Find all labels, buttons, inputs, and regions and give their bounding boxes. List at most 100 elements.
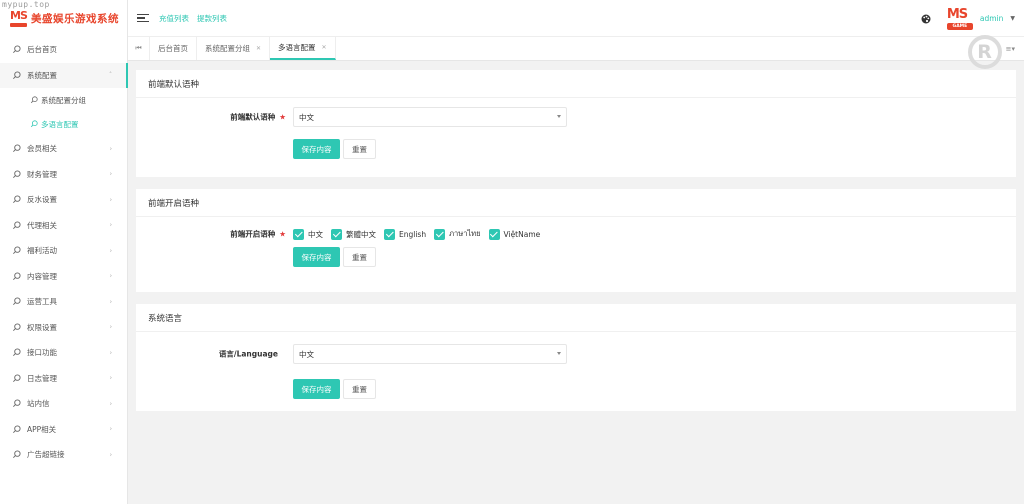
sidebar-item-label: 日志管理	[27, 373, 57, 383]
top-header: 充值列表 提款列表 MS GAME admin ▼	[128, 0, 1024, 37]
menu-item-icon	[13, 399, 21, 408]
menu-item-icon	[13, 144, 21, 153]
checkbox-label: 繁體中文	[346, 229, 376, 239]
select-value: 中文	[299, 349, 314, 359]
sidebar-item-messages[interactable]: 站内信 ›	[0, 391, 127, 417]
sidebar-item-label: 会员相关	[27, 144, 57, 154]
card-title: 前端开启语种	[136, 189, 1016, 217]
default-language-select[interactable]: 中文	[293, 107, 567, 127]
menu-item-icon	[13, 348, 21, 357]
tab-home[interactable]: 后台首页	[150, 37, 197, 60]
sidebar-subitem-multi-language[interactable]: 多语言配置	[0, 112, 127, 136]
sidebar-item-api[interactable]: 接口功能 ›	[0, 340, 127, 366]
tab-label: 多语言配置	[278, 43, 316, 52]
chevron-right-icon: ›	[109, 349, 112, 357]
required-mark: ★	[279, 229, 286, 239]
caret-down-icon[interactable]: ▼	[1010, 15, 1015, 22]
required-mark: ★	[279, 112, 286, 122]
checkbox-checked-icon	[434, 228, 446, 240]
close-icon[interactable]: ✕	[322, 44, 327, 51]
save-button[interactable]: 保存内容	[293, 379, 340, 399]
menu-item-icon	[13, 272, 21, 280]
checkbox-checked-icon	[331, 228, 342, 240]
sidebar-item-finance[interactable]: 财务管理 ›	[0, 162, 127, 188]
select-value: 中文	[299, 112, 314, 122]
sidebar-item-label: 接口功能	[27, 348, 57, 358]
reset-button[interactable]: 重置	[343, 379, 376, 399]
save-button[interactable]: 保存内容	[293, 139, 340, 159]
chevron-right-icon: ›	[109, 425, 112, 433]
checkbox-en[interactable]: English	[384, 228, 426, 240]
sidebar-item-label: 代理相关	[27, 220, 57, 230]
sidebar-menu: 后台首页 系统配置 ˄ 系统配置分组 多语言配置 会员相关 › 财务管理 › 反…	[0, 37, 128, 468]
brand-logo-text: MS	[10, 9, 28, 22]
sidebar-item-content[interactable]: 内容管理 ›	[0, 264, 127, 290]
sidebar-item-label: 广告超链接	[27, 450, 65, 460]
withdraw-list-link[interactable]: 提款列表	[197, 13, 227, 24]
menu-item-icon	[13, 45, 21, 54]
menu-item-icon	[13, 170, 21, 178]
menu-item-icon	[13, 374, 21, 382]
avatar-logo-text: MS	[946, 6, 968, 22]
card-title: 前端默认语种	[136, 70, 1016, 98]
chevron-right-icon: ›	[109, 323, 112, 331]
user-name[interactable]: admin	[980, 14, 1004, 23]
reset-button[interactable]: 重置	[343, 139, 376, 159]
theme-palette-icon[interactable]	[921, 14, 931, 24]
menu-item-icon	[13, 425, 21, 433]
sidebar-item-logs[interactable]: 日志管理 ›	[0, 366, 127, 392]
sidebar-item-ops-tools[interactable]: 运营工具 ›	[0, 289, 127, 315]
avatar[interactable]: MS GAME	[946, 6, 973, 30]
chevron-right-icon: ›	[109, 298, 112, 306]
sidebar-item-system-config[interactable]: 系统配置 ˄	[0, 62, 128, 88]
sidebar-item-app[interactable]: APP相关 ›	[0, 417, 127, 443]
checkbox-zh-cn[interactable]: 中文	[293, 228, 323, 240]
sidebar-item-members[interactable]: 会员相关 ›	[0, 136, 127, 162]
sidebar-item-label: APP相关	[27, 424, 57, 434]
menu-item-icon	[13, 221, 21, 229]
tabs-scroll-left-icon[interactable]: ⏮	[128, 37, 150, 60]
sidebar-item-label: 反水设置	[27, 195, 57, 205]
checkbox-label: ViệtName	[503, 229, 541, 239]
field-label: 前端开启语种 ★	[230, 229, 286, 239]
checkbox-vi[interactable]: ViệtName	[488, 228, 541, 240]
menu-toggle-icon[interactable]	[137, 13, 149, 23]
tab-multi-language[interactable]: 多语言配置 ✕	[270, 37, 336, 60]
tabs-menu-icon[interactable]: ≡▾	[1006, 45, 1015, 53]
menu-item-icon	[13, 71, 21, 79]
sidebar-item-ad-links[interactable]: 广告超链接 ›	[0, 442, 127, 468]
caret-down-icon	[557, 352, 561, 355]
checkbox-label: ภาษาไทย	[449, 229, 481, 238]
sidebar-item-promotions[interactable]: 福利活动 ›	[0, 238, 127, 264]
sidebar-item-home[interactable]: 后台首页	[0, 37, 127, 63]
sidebar-subitem-label: 多语言配置	[41, 119, 79, 129]
close-icon[interactable]: ✕	[256, 45, 261, 52]
chevron-right-icon: ›	[109, 170, 112, 178]
sidebar-item-permissions[interactable]: 权限设置 ›	[0, 315, 127, 341]
sidebar-item-rebate[interactable]: 反水设置 ›	[0, 187, 127, 213]
sidebar-item-label: 财务管理	[27, 169, 57, 179]
sidebar-item-label: 内容管理	[27, 271, 57, 281]
save-button[interactable]: 保存内容	[293, 247, 340, 267]
language-checkbox-group: 中文 繁體中文 English ภาษาไทย ViệtName	[293, 228, 548, 240]
checkbox-zh-tw[interactable]: 繁體中文	[331, 228, 376, 240]
checkbox-th[interactable]: ภาษาไทย	[434, 228, 481, 240]
recharge-list-link[interactable]: 充值列表	[159, 13, 189, 24]
field-label: 前端默认语种 ★	[230, 112, 286, 122]
field-label: 语言/Language	[218, 349, 278, 359]
system-language-select[interactable]: 中文	[293, 344, 567, 364]
chevron-right-icon: ›	[109, 272, 112, 280]
avatar-sub-text: GAME	[946, 22, 973, 30]
submenu-item-icon	[30, 96, 38, 104]
tab-config-group[interactable]: 系统配置分组 ✕	[197, 37, 271, 60]
menu-item-icon	[13, 246, 21, 255]
chevron-right-icon: ›	[109, 400, 112, 408]
sidebar-item-agents[interactable]: 代理相关 ›	[0, 213, 127, 239]
watermark-text: mypup.top	[2, 0, 50, 9]
main-content: 前端默认语种 前端默认语种 ★ 中文 保存内容 重置 前端开启语种 前端开启语种 ★…	[136, 70, 1016, 421]
reset-button[interactable]: 重置	[343, 247, 376, 267]
brand-logo: MS	[10, 9, 28, 27]
sidebar-subitem-config-group[interactable]: 系统配置分组	[0, 88, 127, 112]
sidebar-item-label: 系统配置	[27, 70, 57, 80]
tab-label: 后台首页	[158, 44, 188, 53]
